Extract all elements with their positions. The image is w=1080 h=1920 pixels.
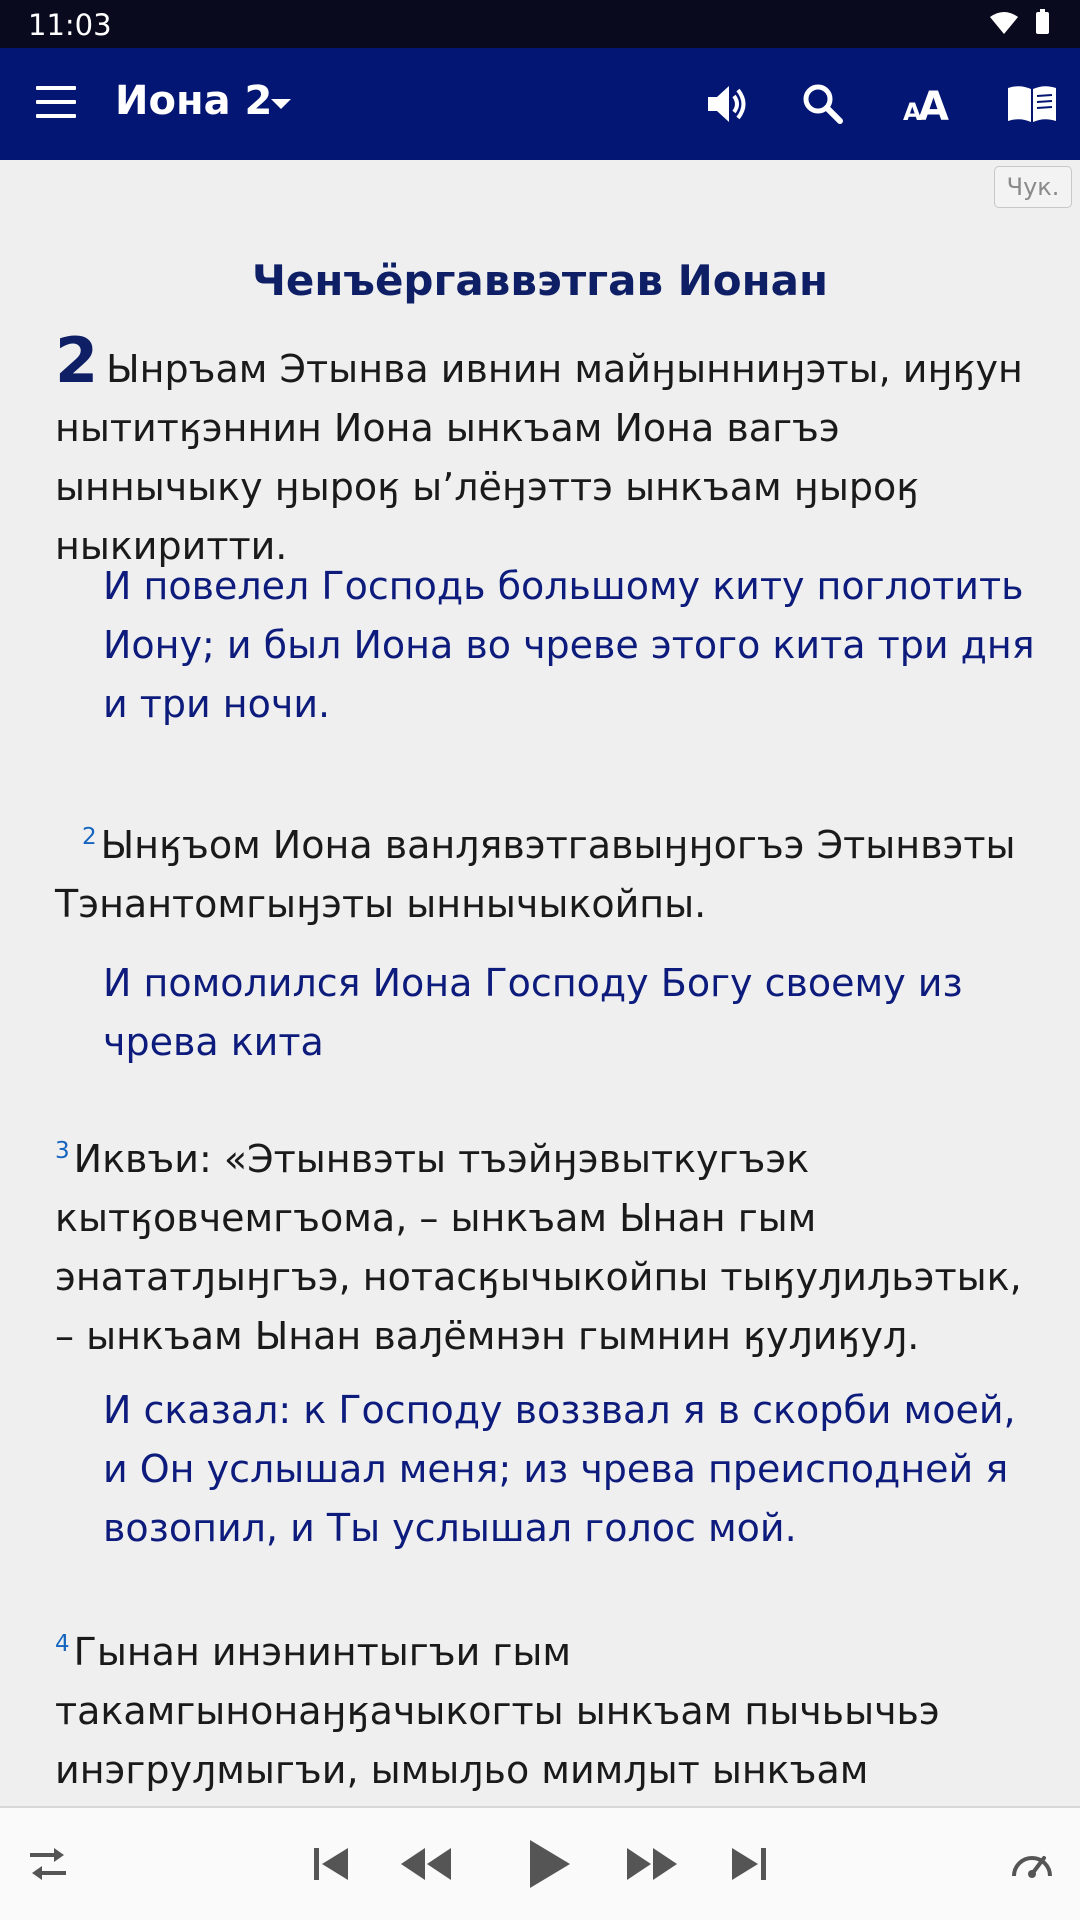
verse-number[interactable]: 2 — [82, 824, 97, 850]
chapter-number: 2 — [55, 324, 99, 397]
book-icon[interactable] — [1004, 76, 1060, 132]
status-bar: 11:03 — [0, 0, 1080, 48]
verse-number[interactable]: 4 — [55, 1631, 70, 1657]
intro-original-paragraph: 2 Ынръам Этынва ивнин майӈынниӈэты, иӈӄун… — [55, 330, 1045, 576]
text-size-icon[interactable]: A A — [900, 76, 956, 132]
verse-3-original: 3 Иквъи: «Этынвэты тъэйӈэвыткугъэк кытӄов… — [55, 1130, 1045, 1366]
intro-original-text: Ынръам Этынва ивнин майӈынниӈэты, иӈӄун … — [55, 347, 1023, 568]
intro-translation-paragraph: И повелел Господь большому киту поглотит… — [103, 564, 1035, 726]
play-icon[interactable] — [520, 1836, 576, 1892]
fast-forward-icon[interactable] — [624, 1840, 680, 1888]
skip-next-icon[interactable] — [724, 1840, 772, 1888]
verse-2-translation: И помолился Иона Господу Богу своему из … — [103, 961, 963, 1064]
battery-icon — [1036, 9, 1049, 34]
status-time: 11:03 — [28, 8, 112, 42]
app-bar: Иона 2 A A — [0, 48, 1080, 160]
verse-3-translation: И сказал: к Господу воззвал я в скорби м… — [103, 1388, 1016, 1550]
verse-text: Иквъи: «Этынвэты тъэйӈэвыткугъэк кытӄовч… — [55, 1137, 1022, 1358]
language-badge[interactable]: Чук. — [994, 166, 1072, 208]
verse-text: Ынӄъом Иона ванԓявэтгавыӈӈогъэ Этынвэты … — [55, 823, 1016, 926]
book-chapter-selector[interactable]: Иона 2 — [115, 78, 272, 124]
repeat-icon[interactable] — [24, 1840, 72, 1888]
speed-icon[interactable] — [1008, 1840, 1056, 1888]
section-heading: Ченъёргаввэтгав Ионан — [251, 256, 829, 305]
menu-icon[interactable] — [36, 86, 76, 120]
audio-player-bar — [0, 1808, 1080, 1920]
verse-number[interactable]: 3 — [55, 1138, 70, 1164]
wifi-icon — [990, 12, 1018, 34]
svg-text:A: A — [918, 84, 949, 130]
search-icon[interactable] — [795, 76, 851, 132]
rewind-icon[interactable] — [398, 1840, 454, 1888]
verse-2-original: 2 Ынӄъом Иона ванԓявэтгавыӈӈогъэ Этынвэты… — [55, 816, 1045, 934]
skip-previous-icon[interactable] — [308, 1840, 356, 1888]
dropdown-icon[interactable] — [271, 99, 291, 109]
speaker-icon[interactable] — [700, 76, 756, 132]
